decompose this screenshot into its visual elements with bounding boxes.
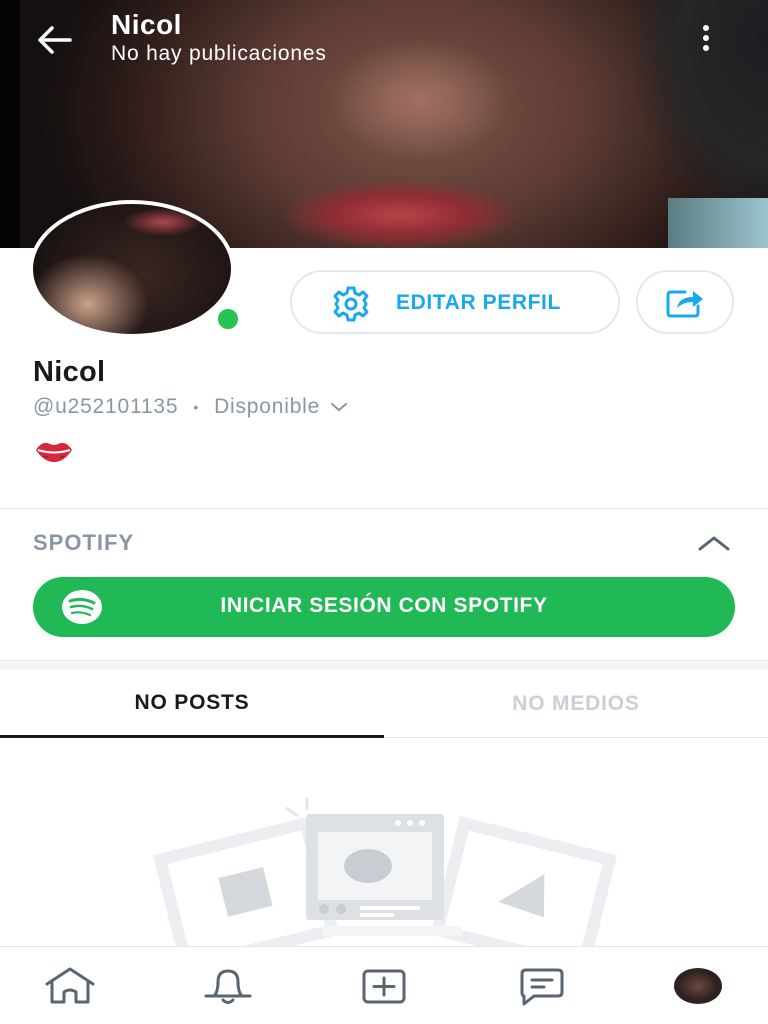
edit-profile-label: EDITAR PERFIL <box>396 291 561 314</box>
top-bar: Nicol No hay publicaciones <box>0 0 768 80</box>
avatar-container <box>29 200 243 340</box>
profile-handle: @u252101135 <box>33 395 179 418</box>
triangle-card <box>430 816 618 950</box>
chevron-up-icon <box>698 536 730 551</box>
spotify-login-button[interactable]: INICIAR SESIÓN CON SPOTIFY <box>33 577 735 637</box>
divider <box>0 508 768 509</box>
plus-square-icon <box>362 969 406 1004</box>
arrow-left-icon <box>38 26 72 54</box>
back-button[interactable] <box>30 20 78 60</box>
nav-new-post[interactable] <box>354 963 414 1009</box>
content-tabs: NO POSTS NO MEDIOS <box>0 670 768 738</box>
status-dropdown[interactable]: Disponible <box>214 395 348 419</box>
header-subtitle: No hay publicaciones <box>111 42 327 65</box>
bottom-navigation <box>0 946 768 1024</box>
section-separator <box>0 660 768 670</box>
header-title-block: Nicol No hay publicaciones <box>111 9 327 67</box>
profile-name: Nicol <box>33 356 106 388</box>
chat-icon <box>520 968 564 1006</box>
separator-dot: • <box>193 399 200 415</box>
spotify-login-label: INICIAR SESIÓN CON SPOTIFY <box>220 594 548 617</box>
photo-card <box>285 798 462 936</box>
more-vertical-icon <box>703 25 709 31</box>
share-profile-button[interactable] <box>636 270 734 334</box>
empty-state-illustration <box>152 798 618 950</box>
handle-row: @u252101135 • Disponible <box>33 395 348 419</box>
lips-icon <box>36 442 72 462</box>
more-options-button[interactable] <box>690 18 722 58</box>
nav-profile[interactable] <box>668 963 728 1009</box>
bio-emoji <box>34 436 74 466</box>
tab-media[interactable]: NO MEDIOS <box>384 670 768 738</box>
status-label: Disponible <box>214 395 321 418</box>
share-icon <box>666 290 703 318</box>
online-status-dot <box>213 304 243 334</box>
home-icon <box>45 967 95 1004</box>
nav-notifications[interactable] <box>198 963 258 1009</box>
avatar <box>674 968 722 1004</box>
gear-icon <box>333 286 369 322</box>
nav-home[interactable] <box>40 963 100 1009</box>
tab-posts[interactable]: NO POSTS <box>0 670 384 738</box>
header-title: Nicol <box>111 9 182 40</box>
bell-icon <box>204 969 252 1004</box>
chevron-down-icon <box>331 403 348 412</box>
nav-messages[interactable] <box>512 963 572 1009</box>
edit-profile-button[interactable]: EDITAR PERFIL <box>290 270 620 334</box>
avatar[interactable] <box>29 200 235 338</box>
spotify-collapse-button[interactable] <box>695 528 733 558</box>
spotify-section-title: SPOTIFY <box>33 530 135 555</box>
